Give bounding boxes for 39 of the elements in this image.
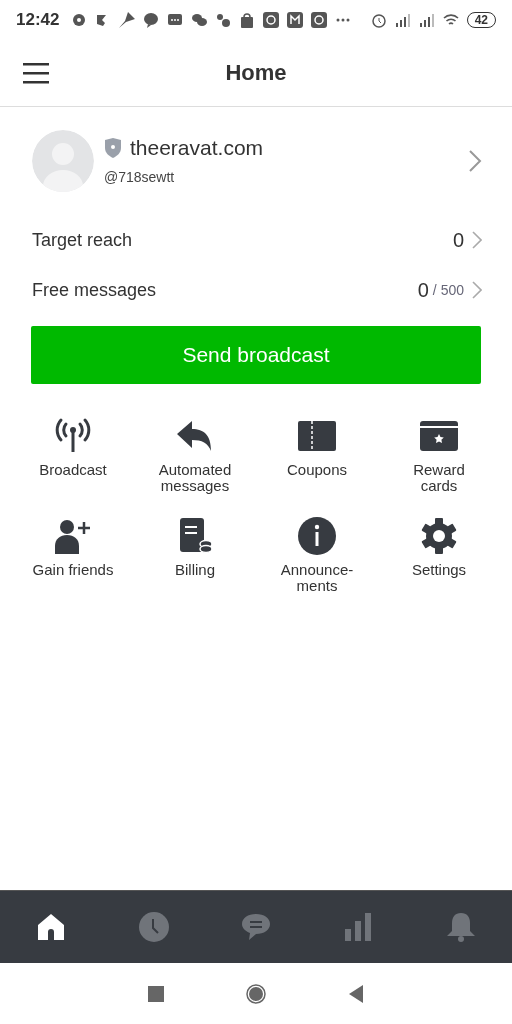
shopping-bag-icon [239, 12, 256, 28]
clock-time: 12:42 [16, 10, 60, 30]
feature-button[interactable]: Gain friends [12, 516, 134, 594]
settings-icon [419, 516, 459, 556]
signal-icon [394, 12, 411, 28]
chevron-right-icon[interactable] [472, 231, 482, 249]
menu-icon[interactable] [23, 62, 49, 84]
clock-icon[interactable] [137, 911, 170, 943]
chevron-right-icon[interactable] [468, 148, 482, 173]
stat-label: Free messages [32, 279, 158, 301]
feature-button[interactable]: Billing [134, 516, 256, 594]
feature-button[interactable]: Coupons [256, 416, 378, 494]
feature-button[interactable]: Reward cards [378, 416, 500, 494]
avatar-icon[interactable] [32, 129, 94, 192]
mail-icon [287, 12, 304, 28]
chat-bubble-icon [71, 12, 88, 28]
account-name: theeravat.com [130, 136, 264, 160]
stat-value: 0 [452, 228, 464, 252]
page-title: Home [225, 60, 287, 85]
chat-bubble-icon[interactable] [240, 911, 272, 943]
chat-bubbles-icon [191, 12, 208, 28]
stat-label: Target reach [32, 229, 134, 251]
feature-button[interactable]: Settings [378, 516, 500, 594]
home-button-icon[interactable] [246, 983, 266, 1004]
chat-bubble-icon [143, 12, 160, 28]
wifi-icon [442, 12, 459, 28]
signal-icon [418, 12, 435, 28]
alarm-icon [370, 12, 387, 28]
recent-apps-icon[interactable] [146, 983, 166, 1004]
account-id: @718sewtt [104, 169, 176, 185]
message-icon [167, 12, 184, 28]
feature-button[interactable]: Broadcast [12, 416, 134, 494]
chevron-right-icon[interactable] [472, 281, 482, 299]
feature-button[interactable]: Announce-ments [256, 516, 378, 594]
feature-button[interactable]: Automated messages [134, 416, 256, 494]
info-icon [297, 516, 337, 556]
stat-limit: / 500 [432, 282, 464, 298]
stat-value: 0 [417, 278, 429, 302]
shield-icon [104, 138, 122, 158]
